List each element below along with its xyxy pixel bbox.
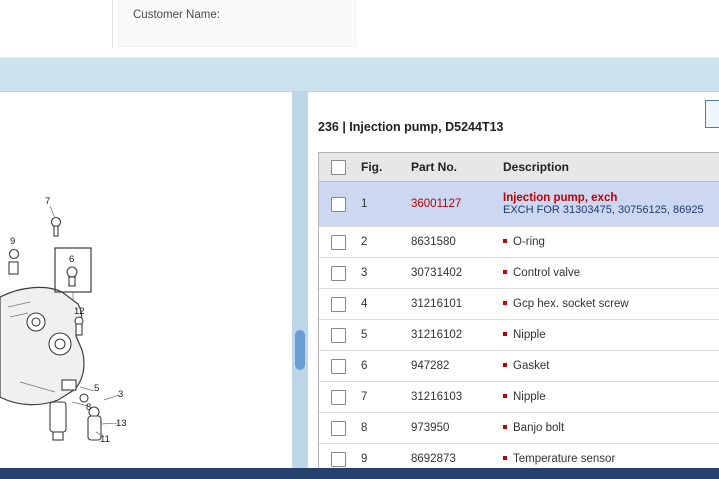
- part-number[interactable]: 8631580: [407, 234, 499, 250]
- splitter-handle-icon[interactable]: [295, 330, 305, 370]
- bullet-icon: [503, 332, 507, 336]
- top-bar: Customer Name:: [0, 0, 719, 57]
- row-checkbox[interactable]: [331, 297, 346, 312]
- bullet-icon: [503, 301, 507, 305]
- diagram-callout-9[interactable]: 9: [10, 236, 15, 247]
- part-number[interactable]: 8692873: [407, 451, 499, 467]
- part-number[interactable]: 36001127: [407, 196, 499, 212]
- parts-table: Fig. Part No. Description 1 36001127 Inj…: [318, 152, 719, 468]
- table-row[interactable]: 4 31216101 Gcp hex. socket screw: [319, 289, 719, 320]
- diagram-callout-3[interactable]: 3: [118, 389, 123, 400]
- fig-number: 4: [357, 296, 407, 312]
- app-window: Customer Name:: [0, 0, 719, 479]
- part-description: Gcp hex. socket screw: [513, 298, 629, 310]
- part-description: Temperature sensor: [513, 453, 615, 465]
- table-row[interactable]: 7 31216103 Nipple: [319, 382, 719, 413]
- fig-number: 3: [357, 265, 407, 281]
- bullet-icon: [503, 425, 507, 429]
- row-checkbox[interactable]: [331, 390, 346, 405]
- status-bar: [0, 468, 719, 479]
- part-number[interactable]: 31216103: [407, 389, 499, 405]
- diagram-callout-6[interactable]: 6: [69, 254, 74, 265]
- diagram-panel: 7 6 12 9 5 8 3 13 11: [0, 92, 292, 468]
- fig-number: 5: [357, 327, 407, 343]
- part-description: Nipple: [513, 391, 546, 403]
- table-row[interactable]: 9 8692873 Temperature sensor: [319, 444, 719, 468]
- row-checkbox[interactable]: [331, 328, 346, 343]
- table-header-row: Fig. Part No. Description: [319, 153, 719, 182]
- panel-splitter[interactable]: [292, 92, 308, 468]
- row-checkbox[interactable]: [331, 266, 346, 281]
- customer-name-label: Customer Name:: [119, 0, 355, 21]
- table-row[interactable]: 5 31216102 Nipple: [319, 320, 719, 351]
- col-header-fig: Fig.: [357, 158, 407, 176]
- bullet-icon: [503, 239, 507, 243]
- diagram-callout-12[interactable]: 12: [74, 306, 85, 317]
- customer-box: Customer Name:: [118, 0, 356, 47]
- part-description: Nipple: [513, 329, 546, 341]
- table-row[interactable]: 8 973950 Banjo bolt: [319, 413, 719, 444]
- part-number[interactable]: 31216102: [407, 327, 499, 343]
- diagram-callout-8[interactable]: 8: [86, 402, 91, 413]
- diagram-callout-13[interactable]: 13: [116, 418, 127, 429]
- row-checkbox[interactable]: [331, 452, 346, 467]
- table-row[interactable]: 6 947282 Gasket: [319, 351, 719, 382]
- diagram-callout-7[interactable]: 7: [45, 196, 50, 207]
- part-description: Injection pump, exch: [503, 192, 715, 204]
- select-all-checkbox[interactable]: [331, 160, 346, 175]
- row-checkbox[interactable]: [331, 235, 346, 250]
- table-row[interactable]: 1 36001127 Injection pump, exch EXCH FOR…: [319, 182, 719, 227]
- fig-number: 9: [357, 451, 407, 467]
- parts-list-panel: 236 | Injection pump, D5244T13 Fig. Part…: [308, 92, 719, 468]
- part-description: Control valve: [513, 267, 580, 279]
- part-number[interactable]: 973950: [407, 420, 499, 436]
- side-toolbar-button[interactable]: [705, 100, 719, 128]
- row-checkbox[interactable]: [331, 359, 346, 374]
- bullet-icon: [503, 456, 507, 460]
- diagram-callout-11[interactable]: 11: [100, 434, 110, 445]
- part-description: Banjo bolt: [513, 422, 564, 434]
- table-row[interactable]: 2 8631580 O-ring: [319, 227, 719, 258]
- part-number[interactable]: 947282: [407, 358, 499, 374]
- bullet-icon: [503, 394, 507, 398]
- fig-number: 8: [357, 420, 407, 436]
- row-checkbox[interactable]: [331, 421, 346, 436]
- row-checkbox[interactable]: [331, 197, 346, 212]
- part-description-note: EXCH FOR 31303475, 30756125, 86925: [503, 204, 715, 216]
- fig-number: 7: [357, 389, 407, 405]
- part-description: O-ring: [513, 236, 545, 248]
- part-description: Gasket: [513, 360, 549, 372]
- part-number[interactable]: 31216101: [407, 296, 499, 312]
- parts-diagram: 7 6 12 9 5 8 3 13 11: [0, 92, 292, 468]
- fig-number: 2: [357, 234, 407, 250]
- bullet-icon: [503, 270, 507, 274]
- section-title: 236 | Injection pump, D5244T13: [318, 120, 504, 134]
- fig-number: 6: [357, 358, 407, 374]
- diagram-callout-5[interactable]: 5: [94, 383, 99, 394]
- fig-number: 1: [357, 196, 407, 212]
- col-header-desc: Description: [499, 158, 719, 176]
- table-row[interactable]: 3 30731402 Control valve: [319, 258, 719, 289]
- top-divider: [112, 0, 113, 48]
- col-header-part: Part No.: [407, 158, 499, 176]
- toolbar-band: [0, 57, 719, 92]
- bullet-icon: [503, 363, 507, 367]
- part-number[interactable]: 30731402: [407, 265, 499, 281]
